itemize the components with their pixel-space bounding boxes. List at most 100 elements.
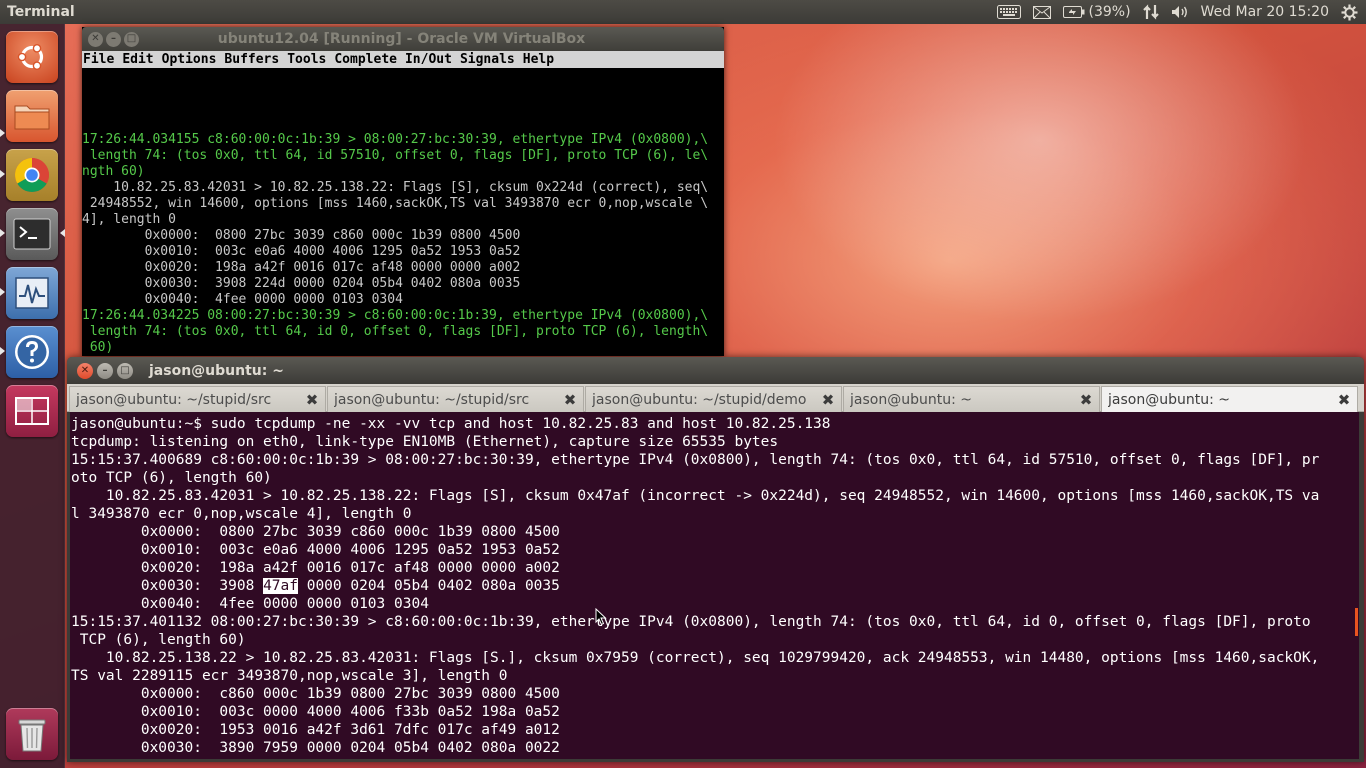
help-launcher-button[interactable] <box>6 326 58 378</box>
terminal-line: 0x0020: 1953 0016 a42f 3d61 7dfc 017c af… <box>71 722 560 738</box>
terminal-close-button[interactable]: ✕ <box>77 362 93 379</box>
vbox-menu-item[interactable]: Edit <box>122 52 153 67</box>
vbox-console-line: 0x0030: 3908 224d 0000 0204 05b4 0402 08… <box>82 276 521 291</box>
terminal-line: 10.82.25.83.42031 > 10.82.25.138.22: Fla… <box>71 488 1320 504</box>
terminal-tab[interactable]: jason@ubuntu: ~ ✖ <box>843 386 1100 412</box>
terminal-line: 0x0030: 3908 47af 0000 0204 05b4 0402 08… <box>71 578 560 594</box>
vbox-minimize-button[interactable]: – <box>106 31 121 47</box>
terminal-line: 15:15:37.401132 08:00:27:bc:30:39 > c8:6… <box>71 614 1311 630</box>
terminal-tab-label: jason@ubuntu: ~/stupid/src <box>76 391 272 408</box>
terminal-launcher-button[interactable] <box>6 208 58 260</box>
chrome-launcher-button[interactable] <box>6 149 58 201</box>
vbox-console-line: 0x0000: 0800 27bc 3039 c860 000c 1b39 08… <box>82 228 521 243</box>
trash-launcher-button[interactable] <box>6 708 58 760</box>
mail-icon[interactable] <box>1027 0 1057 24</box>
vbox-menu-item[interactable]: In/Out <box>405 52 452 67</box>
vbox-close-button[interactable]: ✕ <box>88 31 103 47</box>
terminal-line: TS val 2289115 ecr 3493870,nop,wscale 3]… <box>71 668 508 684</box>
system-monitor-launcher-button[interactable] <box>6 267 58 319</box>
terminal-tab-label: jason@ubuntu: ~/stupid/src <box>334 391 530 408</box>
terminal-tab[interactable]: jason@ubuntu: ~/stupid/demo ✖ <box>585 386 842 412</box>
terminal-titlebar[interactable]: ✕ – □ jason@ubuntu: ~ <box>67 357 1364 384</box>
keyboard-icon[interactable] <box>991 0 1027 24</box>
gear-icon[interactable] <box>1335 0 1366 24</box>
vbox-menu-item[interactable]: File <box>83 52 114 67</box>
running-indicator <box>0 288 5 296</box>
vbox-console-line: 60) <box>82 340 114 355</box>
battery-indicator[interactable]: (39%) <box>1057 0 1137 24</box>
terminal-line: jason@ubuntu:~$ sudo tcpdump -ne -xx -vv… <box>71 416 831 432</box>
vbox-console-line: 0x0010: 003c e0a6 4000 4006 1295 0a52 19… <box>82 244 521 259</box>
terminal-line: 10.82.25.138.22 > 10.82.25.83.42031: Fla… <box>71 650 1320 666</box>
terminal-body[interactable]: jason@ubuntu:~$ sudo tcpdump -ne -xx -vv… <box>70 412 1359 759</box>
battery-icon <box>1062 6 1084 18</box>
vbox-menu-item[interactable]: Buffers <box>224 52 279 67</box>
vbox-guest-console[interactable]: 17:26:44.034155 c8:60:00:0c:1b:39 > 08:0… <box>82 68 724 356</box>
running-indicator <box>0 347 5 355</box>
terminal-minimize-button[interactable]: – <box>97 362 113 379</box>
folder-icon <box>14 105 50 130</box>
terminal-window[interactable]: ✕ – □ jason@ubuntu: ~ jason@ubuntu: ~/st… <box>67 357 1364 762</box>
workspace-switcher-button[interactable] <box>6 385 58 437</box>
dash-home-button[interactable] <box>6 31 58 83</box>
terminal-maximize-button[interactable]: □ <box>117 362 133 379</box>
tab-close-icon[interactable]: ✖ <box>1337 391 1351 409</box>
tab-close-icon[interactable]: ✖ <box>821 391 835 409</box>
workspace-switcher-icon <box>15 397 49 425</box>
chrome-icon <box>15 158 49 192</box>
running-indicator <box>0 170 5 178</box>
tab-close-icon[interactable]: ✖ <box>1079 391 1093 409</box>
terminal-line: 0x0020: 198a a42f 0016 017c af48 0000 00… <box>71 560 560 576</box>
terminal-line: TCP (6), length 60) <box>71 632 246 648</box>
vbox-console-line: 0x0040: 4fee 0000 0000 0103 0304 <box>82 292 403 307</box>
terminal-tab-bar: jason@ubuntu: ~/stupid/src ✖ jason@ubuntu:… <box>67 384 1364 412</box>
vbox-menu-item[interactable]: Complete <box>334 52 397 67</box>
terminal-tab[interactable]: jason@ubuntu: ~ ✖ <box>1101 386 1358 412</box>
top-panel: Terminal (39%) Wed Mar 20 15:20 <box>0 0 1366 24</box>
vbox-guest-menubar: File Edit Options Buffers Tools Complete In/Ou… <box>82 51 724 68</box>
files-launcher-button[interactable] <box>6 90 58 142</box>
network-icon[interactable] <box>1137 0 1165 24</box>
terminal-line: 0x0040: 4fee 0000 0000 0103 0304 <box>71 596 429 612</box>
vbox-console-line: ngth 60) <box>82 164 145 179</box>
running-indicator <box>0 129 5 137</box>
indicator-area: (39%) Wed Mar 20 15:20 <box>991 0 1366 24</box>
vbox-console-line: 24948552, win 14600, options [mss 1460,s… <box>82 196 709 211</box>
vbox-console-line: 10.82.25.83.42031 > 10.82.25.138.22: Fla… <box>82 180 709 195</box>
terminal-line: 0x0000: c860 000c 1b39 0800 27bc 3039 08… <box>71 686 560 702</box>
terminal-tab[interactable]: jason@ubuntu: ~/stupid/src ✖ <box>327 386 584 412</box>
virtualbox-window[interactable]: ✕ – □ ubuntu12.04 [Running] - Oracle VM … <box>82 27 724 356</box>
focused-indicator <box>60 229 65 237</box>
clock[interactable]: Wed Mar 20 15:20 <box>1195 0 1335 24</box>
vbox-menu-item[interactable]: Signals <box>460 52 515 67</box>
virtualbox-titlebar[interactable]: ✕ – □ ubuntu12.04 [Running] - Oracle VM … <box>82 27 724 51</box>
terminal-output[interactable]: jason@ubuntu:~$ sudo tcpdump -ne -xx -vv… <box>70 412 1359 757</box>
vbox-menu-item[interactable]: Help <box>523 52 554 67</box>
tab-close-icon[interactable]: ✖ <box>563 391 577 409</box>
terminal-line: 0x0000: 0800 27bc 3039 c860 000c 1b39 08… <box>71 524 560 540</box>
vbox-menu-item[interactable]: Options <box>162 52 217 67</box>
terminal-tab[interactable]: jason@ubuntu: ~/stupid/src ✖ <box>69 386 326 412</box>
mouse-cursor-icon <box>595 608 607 626</box>
vbox-console-line: length 74: (tos 0x0, ttl 64, id 0, offse… <box>82 324 709 339</box>
launcher <box>0 24 65 768</box>
running-indicator <box>0 229 5 237</box>
trash-icon <box>18 719 46 752</box>
terminal-line: 0x0010: 003c e0a6 4000 4006 1295 0a52 19… <box>71 542 560 558</box>
vbox-maximize-button[interactable]: □ <box>124 31 139 47</box>
terminal-line: oto TCP (6), length 60) <box>71 470 272 486</box>
vbox-console-line: 17:26:44.034225 08:00:27:bc:30:39 > c8:6… <box>82 308 709 323</box>
selected-text[interactable]: 47af <box>263 578 298 594</box>
ubuntu-logo-icon <box>17 44 44 71</box>
vbox-window-title: ubuntu12.04 [Running] - Oracle VM Virtua… <box>217 31 586 47</box>
tab-close-icon[interactable]: ✖ <box>305 391 319 409</box>
terminal-icon <box>13 218 51 250</box>
vbox-console-line: 17:26:44.034155 c8:60:00:0c:1b:39 > 08:0… <box>82 132 709 147</box>
terminal-scrollbar[interactable] <box>1355 608 1358 636</box>
terminal-tab-label: jason@ubuntu: ~ <box>1108 391 1230 408</box>
terminal-line: tcpdump: listening on eth0, link-type EN… <box>71 434 779 450</box>
vbox-menu-item[interactable]: Tools <box>287 52 326 67</box>
volume-icon[interactable] <box>1165 0 1195 24</box>
terminal-line: 0x0030: 3890 7959 0000 0204 05b4 0402 08… <box>71 740 560 756</box>
terminal-line: 15:15:37.400689 c8:60:00:0c:1b:39 > 08:0… <box>71 452 1320 468</box>
